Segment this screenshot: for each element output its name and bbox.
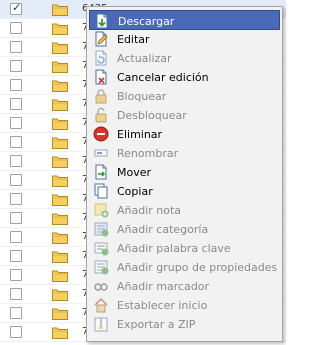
folder-icon [52,307,68,320]
row-checkbox[interactable] [10,307,22,319]
row-checkbox[interactable] [10,117,22,129]
menu-item-add-category[interactable]: Añadir categoría [89,219,280,239]
menu-item-label: Actualizar [117,52,172,65]
menu-item-export-zip[interactable]: Exportar a ZIP [89,314,280,334]
add-bookmark-icon [93,278,109,294]
row-checkbox[interactable] [10,1,22,15]
folder-icon [52,212,68,225]
download-icon [94,13,110,29]
folder-icon [52,79,68,92]
folder-icon [52,22,68,35]
row-checkbox[interactable] [10,250,22,262]
edit-icon [93,31,109,47]
menu-item-add-keyword[interactable]: Añadir palabra clave [89,238,280,258]
menu-item-label: Añadir categoría [117,223,209,236]
delete-icon [93,126,109,142]
folder-icon [52,231,68,244]
row-checkbox[interactable] [10,136,22,148]
row-checkbox[interactable] [10,22,22,34]
folder-icon [52,269,68,282]
set-home-icon [93,297,109,313]
menu-item-rename[interactable]: Renombrar [89,143,280,163]
menu-item-lock[interactable]: Bloquear [89,86,280,106]
folder-icon [52,117,68,130]
row-checkbox[interactable] [10,79,22,91]
export-zip-icon [93,316,109,332]
folder-icon [52,174,68,187]
menu-item-label: Bloquear [117,90,167,103]
folder-icon [52,3,68,16]
unlock-icon [93,107,109,123]
row-checkbox[interactable] [10,98,22,110]
add-category-icon [93,221,109,237]
folder-icon [52,98,68,111]
row-checkbox[interactable] [10,174,22,186]
copy-icon [93,183,109,199]
menu-item-add-bookmark[interactable]: Añadir marcador [89,276,280,296]
folder-icon [52,193,68,206]
menu-item-label: Desbloquear [117,109,187,122]
menu-item-update[interactable]: Actualizar [89,48,280,68]
folder-icon [52,41,68,54]
menu-item-label: Añadir palabra clave [117,242,231,255]
menu-item-label: Exportar a ZIP [117,318,196,331]
update-icon [93,50,109,66]
folder-icon [52,60,68,73]
row-checkbox[interactable] [10,155,22,167]
row-checkbox[interactable] [10,41,22,53]
row-checkbox[interactable] [10,288,22,300]
menu-item-label: Mover [117,166,152,179]
menu-item-label: Añadir nota [117,204,182,217]
menu-item-set-home[interactable]: Establecer inicio [89,295,280,315]
menu-item-label: Descargar [118,15,175,28]
add-note-icon [93,202,109,218]
menu-item-copy[interactable]: Copiar [89,181,280,201]
menu-item-unlock[interactable]: Desbloquear [89,105,280,125]
rename-icon [93,145,109,161]
folder-icon [52,326,68,339]
menu-item-cancel-edit[interactable]: Cancelar edición [89,67,280,87]
context-menu: Descargar Editar Actualizar Cancelar edi… [86,6,283,342]
folder-icon [52,136,68,149]
add-property-group-icon [93,259,109,275]
row-checkbox[interactable] [10,231,22,243]
folder-icon [52,155,68,168]
row-checkbox[interactable] [10,193,22,205]
menu-item-label: Eliminar [117,128,163,141]
menu-item-label: Añadir marcador [117,280,210,293]
menu-item-label: Editar [117,33,150,46]
menu-item-move[interactable]: Mover [89,162,280,182]
move-icon [93,164,109,180]
menu-item-add-property-group[interactable]: Añadir grupo de propiedades [89,257,280,277]
cancel-edit-icon [93,69,109,85]
folder-icon [52,288,68,301]
menu-item-label: Añadir grupo de propiedades [117,261,278,274]
menu-item-delete[interactable]: Eliminar [89,124,280,144]
folder-icon [52,250,68,263]
menu-item-download[interactable]: Descargar [89,10,280,30]
menu-item-label: Cancelar edición [117,71,209,84]
menu-item-edit[interactable]: Editar [89,29,280,49]
row-checkbox[interactable] [10,60,22,72]
lock-icon [93,88,109,104]
row-checkbox[interactable] [10,269,22,281]
menu-item-add-note[interactable]: Añadir nota [89,200,280,220]
menu-item-label: Renombrar [117,147,179,160]
row-checkbox[interactable] [10,326,22,338]
add-keyword-icon [93,240,109,256]
menu-item-label: Establecer inicio [117,299,208,312]
row-checkbox[interactable] [10,212,22,224]
menu-item-label: Copiar [117,185,153,198]
